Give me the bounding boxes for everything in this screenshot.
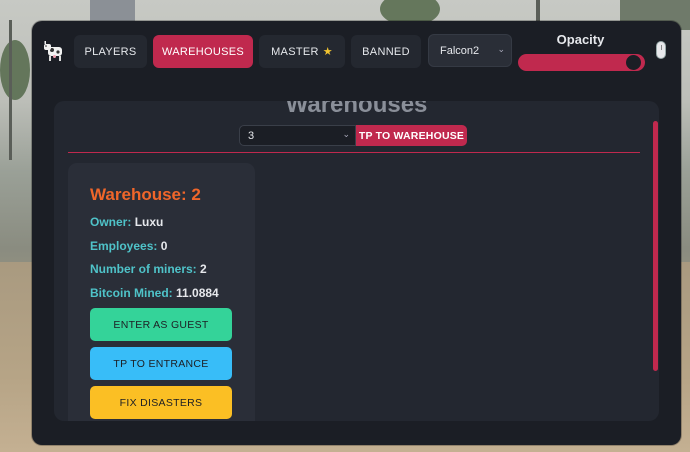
- tab-master[interactable]: MASTER ★: [259, 35, 345, 68]
- background-pole: [536, 0, 540, 22]
- tab-warehouses[interactable]: WAREHOUSES: [153, 35, 253, 68]
- field-value: 2: [200, 262, 207, 276]
- warehouse-card: Warehouse: 2 Owner: Luxu Employees: 0 Nu…: [68, 163, 255, 421]
- employees-field: Employees: 0: [90, 239, 167, 253]
- player-select-value: Falcon2: [440, 44, 480, 57]
- warehouses-panel: Warehouses 3 ⌄ TP TO WAREHOUSE Warehouse…: [54, 101, 659, 421]
- opacity-slider-thumb[interactable]: [626, 55, 641, 70]
- tp-to-entrance-button[interactable]: TP TO ENTRANCE: [90, 347, 232, 380]
- tab-banned[interactable]: BANNED: [351, 35, 421, 68]
- field-value: 0: [160, 239, 168, 253]
- tp-to-warehouse-button[interactable]: TP TO WAREHOUSE: [356, 125, 467, 146]
- tab-master-label: MASTER: [271, 45, 319, 58]
- miners-field: Number of miners: 2: [90, 262, 207, 276]
- scrollbar[interactable]: [653, 121, 658, 371]
- cow-logo-icon: [44, 41, 62, 61]
- warehouse-number-value: 3: [248, 129, 255, 142]
- admin-window: PLAYERS WAREHOUSES MASTER ★ BANNED Falco…: [32, 21, 681, 445]
- chevron-down-icon: ⌄: [342, 129, 350, 139]
- opacity-label: Opacity: [556, 32, 605, 47]
- field-value: Luxu: [134, 215, 164, 229]
- player-select[interactable]: Falcon2 ⌄: [428, 34, 512, 67]
- tab-players[interactable]: PLAYERS: [74, 35, 147, 68]
- tab-banned-label: BANNED: [362, 45, 410, 58]
- background-tree: [0, 40, 30, 100]
- field-label: Bitcoin Mined:: [90, 286, 173, 300]
- background-building: [90, 0, 135, 22]
- chevron-down-icon: ⌄: [497, 44, 505, 54]
- field-label: Number of miners:: [90, 262, 197, 276]
- tab-warehouses-label: WAREHOUSES: [161, 45, 245, 58]
- divider: [68, 152, 640, 153]
- enter-as-guest-button[interactable]: ENTER AS GUEST: [90, 308, 232, 341]
- field-value: 11.0884: [176, 286, 219, 300]
- field-label: Owner:: [90, 215, 132, 229]
- field-label: Employees:: [90, 239, 158, 253]
- background-pole: [9, 20, 12, 160]
- owner-field: Owner: Luxu: [90, 215, 163, 229]
- mouse-icon[interactable]: [656, 41, 666, 59]
- panel-title: Warehouses: [285, 101, 428, 118]
- bitcoin-mined-field: Bitcoin Mined: 11.0884: [90, 286, 219, 300]
- fix-disasters-button[interactable]: FIX DISASTERS: [90, 386, 232, 419]
- warehouse-card-title: Warehouse: 2: [90, 185, 201, 204]
- tab-players-label: PLAYERS: [84, 45, 137, 58]
- warehouse-number-select[interactable]: 3 ⌄: [239, 125, 356, 146]
- star-icon: ★: [322, 46, 333, 58]
